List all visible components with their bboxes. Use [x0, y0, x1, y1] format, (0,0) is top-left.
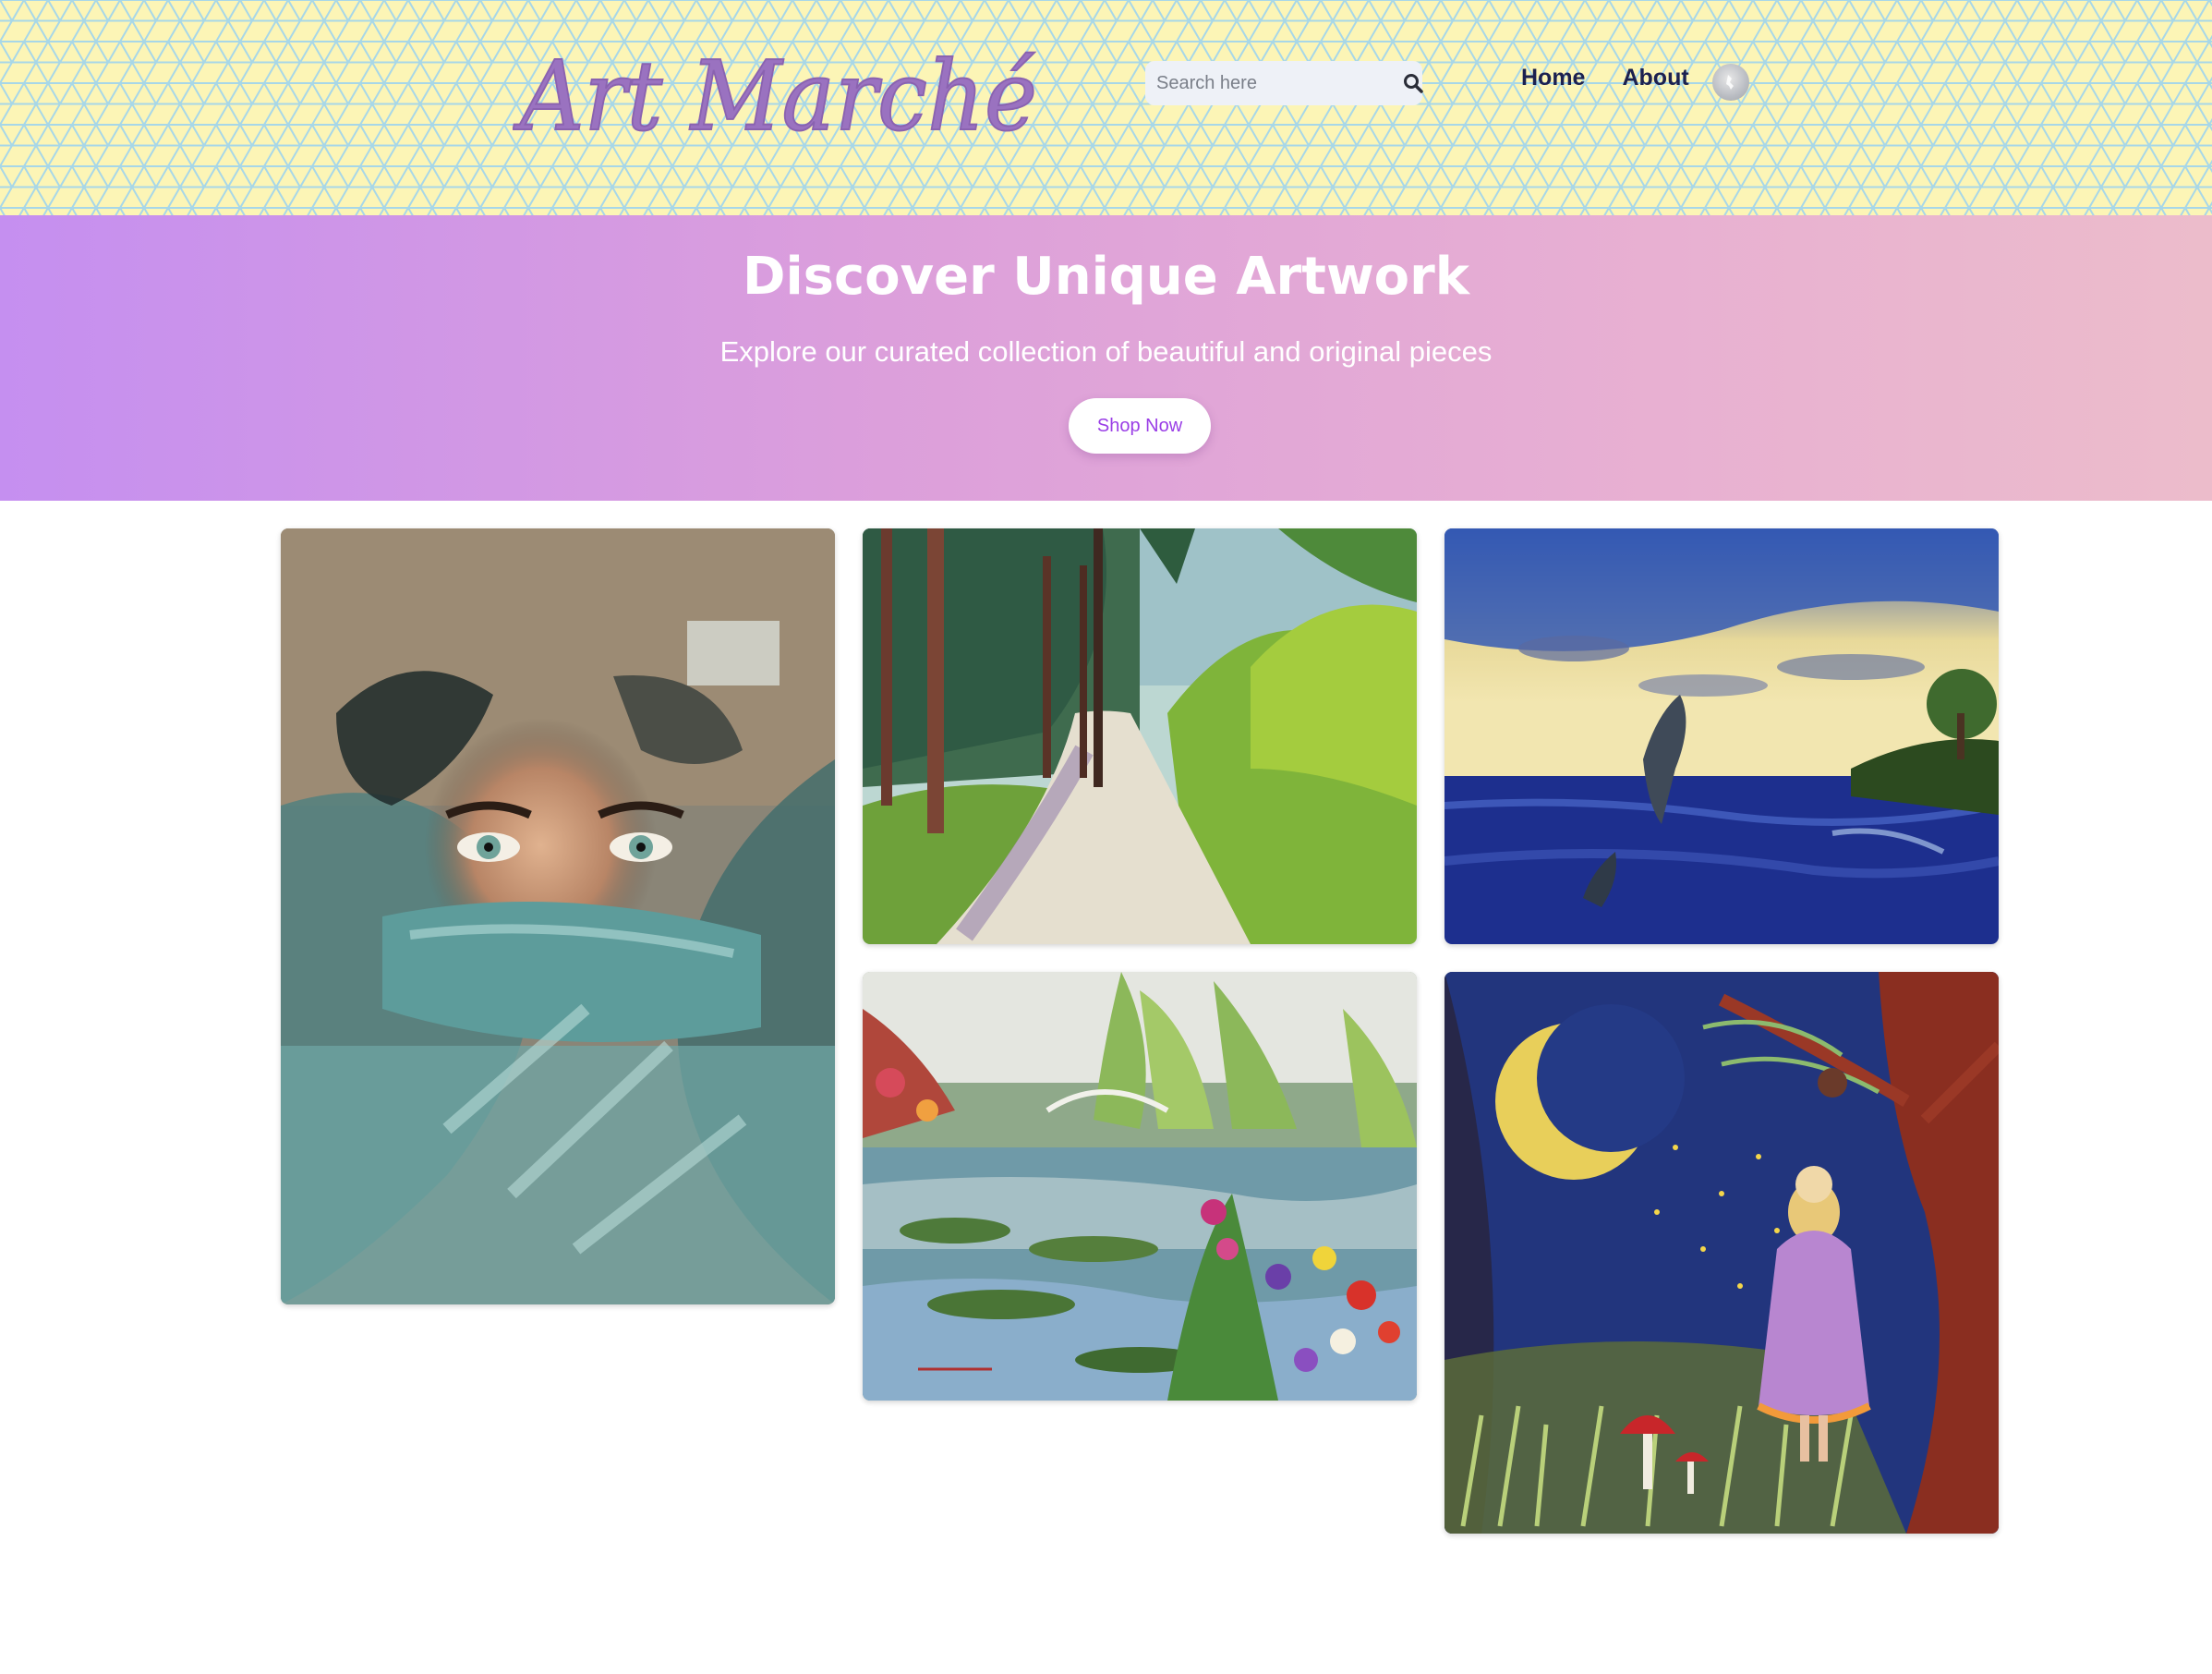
artwork-water-lily-pond[interactable]: [863, 972, 1417, 1401]
user-avatar-icon[interactable]: [1712, 64, 1749, 101]
site-header: Art Marché Home About: [0, 0, 2212, 215]
hero-banner: Discover Unique Artwork Explore our cura…: [0, 215, 2212, 501]
art-marche-logo[interactable]: Art Marché: [513, 26, 1048, 146]
artwork-portrait-woman[interactable]: [281, 528, 835, 1304]
shop-now-button[interactable]: Shop Now: [1069, 398, 1211, 454]
search-input[interactable]: [1154, 61, 1403, 105]
main-nav: Home About: [1521, 65, 1689, 91]
artwork-dolphins-ocean[interactable]: [1444, 528, 1999, 944]
nav-home-link[interactable]: Home: [1521, 65, 1585, 91]
search-icon[interactable]: [1403, 67, 1423, 99]
hero-subtitle: Explore our curated collection of beauti…: [719, 335, 1493, 368]
artwork-girl-moon-tree[interactable]: [1444, 972, 1999, 1534]
search-bar: [1145, 61, 1423, 105]
triangle-pattern-background: [0, 0, 2212, 215]
hero-title: Discover Unique Artwork: [742, 247, 1470, 307]
nav-about-link[interactable]: About: [1622, 65, 1688, 91]
logo-text: Art Marché: [514, 40, 1037, 146]
artwork-forest-path[interactable]: [863, 528, 1417, 944]
